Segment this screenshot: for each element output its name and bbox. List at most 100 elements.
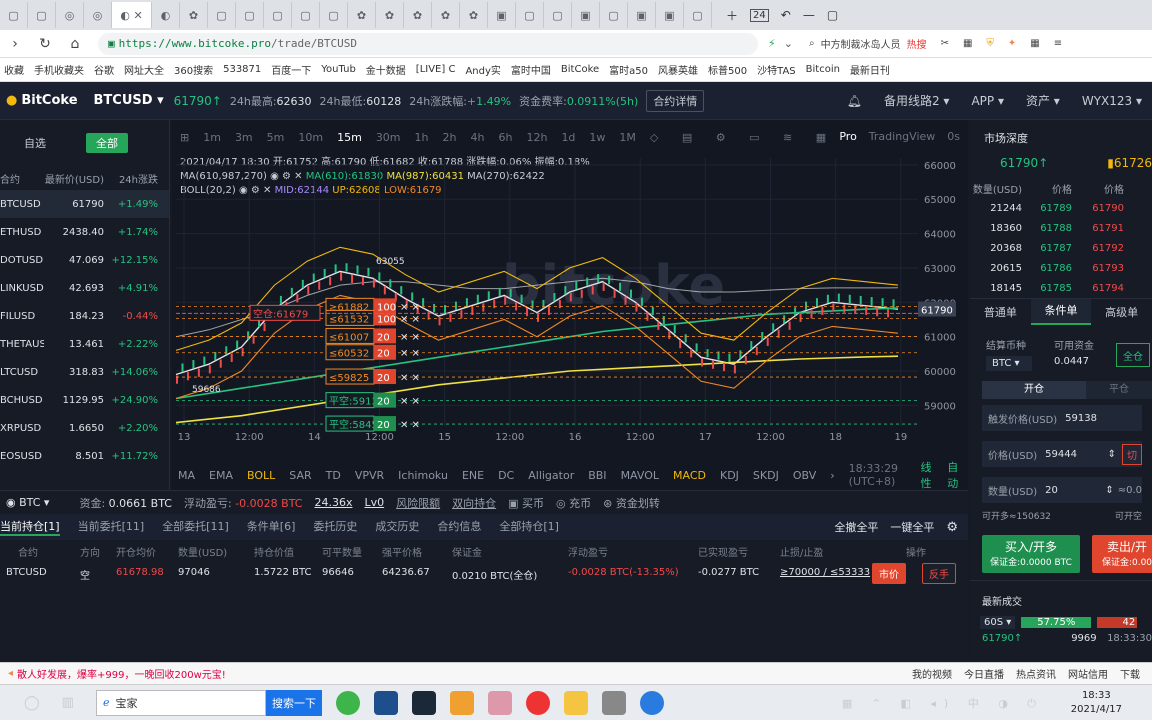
stepper-icon[interactable]: ⇕ (1108, 449, 1116, 460)
orderbook-row[interactable]: 21244 61789 61790 (970, 198, 1152, 218)
close-tab[interactable]: 平仓 (1086, 381, 1152, 399)
dual-position-button[interactable]: 双向持仓 (452, 495, 496, 511)
sl-tp-link[interactable]: ≥70000 / ≤53333 (780, 567, 870, 578)
timeframe-5m[interactable]: 5m (267, 131, 285, 144)
browser-tab[interactable]: ✿ (180, 2, 208, 28)
user-menu[interactable]: WYX123 ▾ (1082, 94, 1142, 108)
browser-tab[interactable]: ◐ (152, 2, 180, 28)
new-tab-icon[interactable]: ＋ (726, 7, 738, 24)
minimize-icon[interactable]: — (803, 8, 815, 22)
indicator-alligator[interactable]: Alligator (528, 469, 574, 482)
menu-icon[interactable]: ≡ (1054, 38, 1062, 49)
qty-field[interactable]: 数量(USD) 20 ⇕ ≈0.0 (982, 477, 1142, 503)
browser-tab[interactable]: ✿ (376, 2, 404, 28)
app-menu[interactable]: APP ▾ (971, 94, 1004, 108)
indicator-skdj[interactable]: SKDJ (753, 469, 779, 482)
timeframe-6h[interactable]: 6h (498, 131, 512, 144)
bell-icon[interactable]: 🔔︎ (847, 94, 862, 108)
bookmark-item[interactable]: Andy实 (465, 62, 500, 77)
timeframe-2h[interactable]: 2h (443, 131, 457, 144)
bolt-icon[interactable]: ⚡ (768, 37, 776, 50)
refresh-label[interactable]: 0s (947, 130, 960, 143)
browser-tab[interactable]: ▢ (208, 2, 236, 28)
steam-app-icon[interactable] (411, 690, 436, 715)
cancel-close-all-button[interactable]: 全撤全平 (834, 519, 878, 535)
tradingview-mode[interactable]: TradingView (869, 130, 935, 143)
browser-tab[interactable]: ◎ (56, 2, 84, 28)
bookmark-item[interactable]: 金十数据 (366, 62, 406, 77)
gear-icon[interactable]: ⚙ (946, 520, 958, 535)
orderbook-row[interactable]: 20615 61786 61793 (970, 258, 1152, 278)
tab-all[interactable]: 全部 (86, 133, 128, 153)
taskbar-search-input[interactable]: ℯ 宝家 (95, 689, 266, 716)
line-type-button[interactable]: 线性 (920, 459, 933, 491)
bookmark-item[interactable]: Bitcoin (806, 64, 840, 75)
browser-tab[interactable]: ▢ (516, 2, 544, 28)
position-tab[interactable]: 当前持仓[1] (0, 518, 60, 536)
browser-tab[interactable]: ▣ (656, 2, 684, 28)
indicator-obv[interactable]: OBV (793, 469, 816, 482)
market-row[interactable]: DOTUSD 47.069 +12.15% (0, 246, 169, 274)
home-icon[interactable]: ⌂ (60, 36, 90, 52)
browser-tab-active[interactable]: ◐ ✕ (112, 2, 152, 28)
indicator-sar[interactable]: SAR (289, 469, 311, 482)
settle-select[interactable]: BTC ▾ (986, 356, 1032, 371)
task-view-icon[interactable]: ▥ (62, 695, 74, 710)
bookmark-item[interactable]: 网址大全 (124, 62, 164, 77)
bookmark-item[interactable]: 最新日刊 (850, 62, 890, 77)
help-app-icon[interactable] (449, 690, 474, 715)
media-app-icon[interactable] (601, 690, 626, 715)
tab-count[interactable]: 24 (750, 8, 769, 22)
orderbook-row[interactable]: 20368 61787 61792 (970, 238, 1152, 258)
reverse-position-button[interactable]: 反手 (922, 563, 956, 584)
indicator-ema[interactable]: EMA (209, 469, 233, 482)
bookmark-item[interactable]: [LIVE] C (416, 64, 456, 75)
one-key-close-button[interactable]: 一键全平 (890, 519, 934, 535)
price-field[interactable]: 价格(USD) 59444 ⇕ 切 (982, 441, 1142, 467)
settings-icons[interactable]: ◇ ▤ ⚙ ▭ ≋ ▦ (650, 131, 836, 144)
indicator-ene[interactable]: ENE (462, 469, 484, 482)
taskbar-search-button[interactable]: 搜索一下 (265, 689, 322, 716)
indicator-vpvr[interactable]: VPVR (355, 469, 384, 482)
tab-limit[interactable]: 普通单 (970, 304, 1031, 320)
scissors-icon[interactable]: ✂ (941, 38, 949, 49)
indicator-ichimoku[interactable]: Ichimoku (398, 469, 448, 482)
url-field[interactable]: ▣ https:// www.bitcoke.pro /trade/BTCUSD (98, 32, 758, 55)
trigger-price-field[interactable]: 触发价格(USD) 59138 (982, 405, 1142, 431)
market-row[interactable]: BCHUSD 1129.95 +24.90% (0, 386, 169, 414)
indicator-dc[interactable]: DC (498, 469, 514, 482)
timeframe-3m[interactable]: 3m (235, 131, 253, 144)
browser-tab[interactable]: ▢ (264, 2, 292, 28)
deposit-button[interactable]: ◎ 充币 (556, 495, 591, 511)
timeframe-1d[interactable]: 1d (561, 131, 575, 144)
auto-scale-button[interactable]: 自动 (947, 459, 960, 491)
indicator-mavol[interactable]: MAVOL (621, 469, 659, 482)
contract-detail-button[interactable]: 合约详情 (646, 89, 705, 112)
ticker-link[interactable]: 今日直播 (964, 666, 1004, 681)
browser-tab[interactable]: ▣ (488, 2, 516, 28)
search-box[interactable]: ⌕ 中方制裁冰岛人员 热搜 ✂ ▦ ⛨ ✦ ▦ ≡ (809, 36, 1062, 51)
buy-coin-button[interactable]: ▣ 买币 (508, 495, 544, 511)
bookmark-item[interactable]: BitCoke (561, 64, 599, 75)
crosshair-icon[interactable]: ⊞ (180, 131, 189, 144)
timeframe-1w[interactable]: 1w (589, 131, 605, 144)
reload-icon[interactable]: ↻ (30, 36, 60, 52)
mountain-app-icon[interactable] (373, 690, 398, 715)
bookmark-item[interactable]: 收藏 (4, 62, 24, 77)
back-tab-icon[interactable]: ↶ (781, 8, 791, 22)
line-select[interactable]: 备用线路2 ▾ (884, 92, 949, 109)
tab-advanced[interactable]: 高级单 (1091, 304, 1152, 320)
position-tab[interactable]: 合约信息 (437, 518, 481, 536)
ticker-link[interactable]: 下载 (1120, 666, 1140, 681)
market-row[interactable]: LTCUSD 318.83 +14.06% (0, 358, 169, 386)
bookmark-item[interactable]: 360搜索 (174, 62, 213, 77)
market-row[interactable]: XRPUSD 1.6650 +2.20% (0, 414, 169, 442)
browser-tab[interactable]: ✿ (404, 2, 432, 28)
indicator-td[interactable]: TD (326, 469, 341, 482)
tab-conditional[interactable]: 条件单 (1030, 299, 1092, 325)
full-margin-button[interactable]: 全仓 (1116, 343, 1150, 367)
indicator-bbi[interactable]: BBI (588, 469, 606, 482)
browser-tab[interactable]: ▢ (320, 2, 348, 28)
browser-tab[interactable]: ▣ (572, 2, 600, 28)
bookmark-item[interactable]: 风暴英雄 (658, 62, 698, 77)
